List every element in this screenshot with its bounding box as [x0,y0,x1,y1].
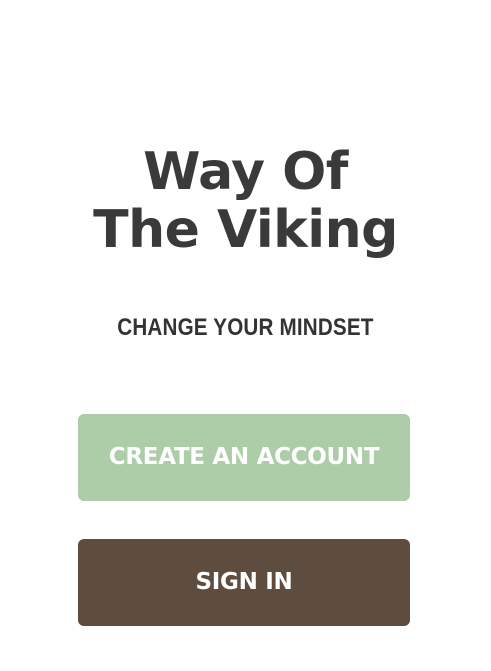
welcome-screen: Way Of The Viking CHANGE YOUR MINDSET CR… [0,0,491,671]
sign-in-button[interactable]: SIGN IN [78,539,410,626]
app-title-line-1: Way Of [143,142,348,202]
app-title: Way Of The Viking [0,143,491,259]
app-title-line-2: The Viking [93,200,398,260]
tagline: CHANGE YOUR MINDSET [117,314,374,341]
create-account-button[interactable]: CREATE AN ACCOUNT [78,414,410,501]
